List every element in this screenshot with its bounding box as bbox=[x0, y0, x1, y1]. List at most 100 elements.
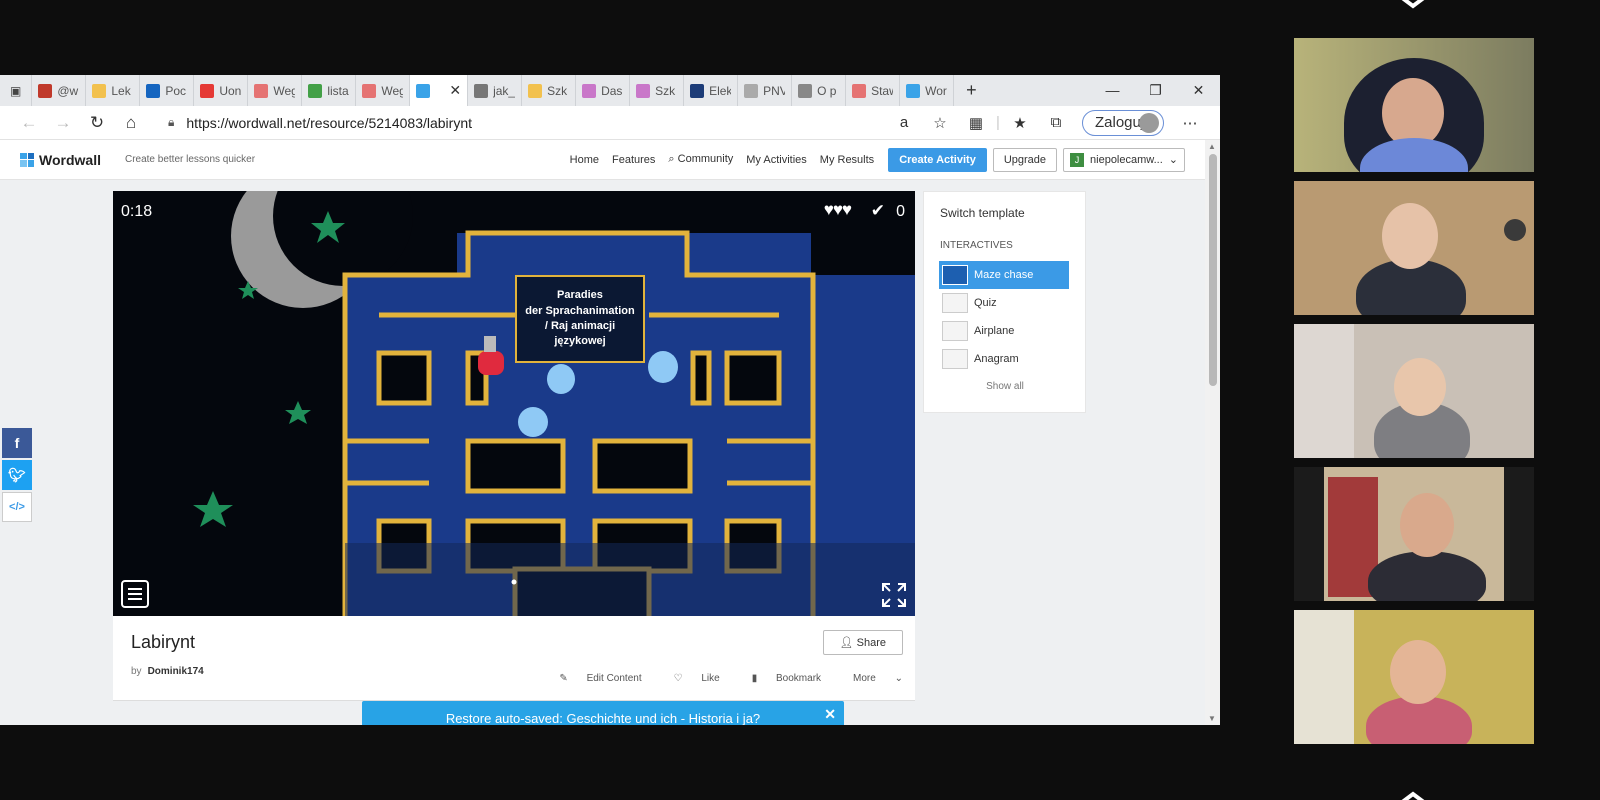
tab-label: Elek bbox=[709, 83, 732, 98]
tab-label: Das bbox=[601, 83, 623, 98]
game-menu-button[interactable] bbox=[121, 580, 149, 608]
browser-tab[interactable]: Staw bbox=[846, 75, 901, 106]
home-icon[interactable]: ⌂ bbox=[114, 113, 148, 133]
tab-favicon-icon bbox=[146, 83, 161, 98]
add-favorite-icon[interactable]: ☆ bbox=[922, 114, 958, 132]
favorites-icon[interactable]: ★ bbox=[1002, 114, 1038, 132]
tab-actions-button[interactable]: ▣ bbox=[0, 75, 33, 106]
tab-favicon-icon bbox=[798, 83, 813, 98]
tab-strip: ▣ @w Lek Poc Uon Weg lista Weg ✕ jak_ Szk Das Szk El… bbox=[0, 75, 1220, 106]
lock-icon: 🔒︎ bbox=[168, 115, 175, 129]
forward-icon[interactable]: → bbox=[46, 113, 80, 133]
new-tab-button[interactable]: + bbox=[954, 80, 989, 101]
browser-tab[interactable]: Das bbox=[576, 75, 631, 106]
tab-label: Staw bbox=[871, 83, 893, 98]
browser-tab[interactable]: jak_ bbox=[468, 75, 523, 106]
search-icon: ⌕ bbox=[668, 153, 678, 165]
wordwall-logo[interactable]: Wordwall bbox=[20, 152, 101, 168]
chevron-down-icon: ⌄ bbox=[1168, 154, 1178, 166]
restore-autosave-bar[interactable]: Restore auto-saved: Geschichte und ich -… bbox=[362, 701, 844, 725]
template-anagram[interactable]: Anagram bbox=[939, 345, 1069, 373]
question-line: językowej bbox=[554, 335, 606, 348]
video-tile-5 bbox=[1294, 610, 1534, 744]
browser-tab[interactable]: PNV bbox=[738, 75, 793, 106]
restore-window-icon[interactable]: ❐ bbox=[1134, 82, 1177, 99]
switch-template-panel: Switch template INTERACTIVES Maze chase … bbox=[923, 191, 1086, 413]
browser-tab[interactable]: Szk bbox=[522, 75, 577, 106]
tab-favicon-icon bbox=[474, 83, 489, 98]
airplane-icon bbox=[942, 321, 968, 341]
browser-tab[interactable]: Poc bbox=[140, 75, 195, 106]
nav-home[interactable]: Home bbox=[570, 154, 599, 166]
indicator-dot bbox=[511, 579, 517, 585]
more-button[interactable]: More ⌄ bbox=[837, 673, 903, 684]
minimize-icon[interactable]: — bbox=[1091, 82, 1134, 99]
tab-label: @w bbox=[57, 83, 79, 98]
bookmark-icon: ▮ bbox=[751, 673, 761, 684]
author-link[interactable]: Dominik174 bbox=[148, 666, 204, 677]
fullscreen-icon[interactable] bbox=[881, 582, 907, 608]
wordwall-header: Wordwall Create better lessons quicker H… bbox=[0, 140, 1205, 180]
wordwall-logo-icon bbox=[20, 152, 34, 167]
tab-label: Poc bbox=[165, 83, 187, 98]
nav-my-activities[interactable]: My Activities bbox=[746, 154, 807, 166]
edit-content-button[interactable]: ✎ Edit Content bbox=[543, 673, 641, 684]
tab-favicon-icon bbox=[254, 83, 269, 98]
nav-features[interactable]: Features bbox=[612, 154, 655, 166]
user-dropdown[interactable]: J niepolecamw... ⌄ bbox=[1063, 147, 1185, 172]
nav-my-results[interactable]: My Results bbox=[820, 154, 874, 166]
game-canvas[interactable]: 0:18 ♥♥♥ ✔ 0 Paradies der Sprachanimatio… bbox=[113, 191, 915, 616]
share-label: Share bbox=[856, 637, 886, 649]
browser-tab[interactable]: Szk bbox=[630, 75, 685, 106]
url-field[interactable]: 🔒︎ https://wordwall.net/resource/5214083… bbox=[158, 110, 818, 136]
browser-tab[interactable]: lista bbox=[302, 75, 357, 106]
like-button[interactable]: ♡ Like bbox=[658, 673, 720, 684]
template-maze-chase[interactable]: Maze chase bbox=[939, 261, 1069, 289]
tab-label: Szk bbox=[547, 83, 568, 98]
embed-button[interactable]: </> bbox=[2, 492, 32, 522]
twitter-share-button[interactable]: 🐦︎ bbox=[2, 460, 32, 490]
browser-tab[interactable]: ✕ bbox=[410, 75, 469, 106]
scroll-down-icon[interactable]: ▼ bbox=[1208, 714, 1216, 723]
facebook-share-button[interactable]: f bbox=[2, 428, 32, 458]
login-button[interactable]: Zaloguj bbox=[1082, 109, 1164, 136]
address-bar: ← → ↻ ⌂ 🔒︎ https://wordwall.net/resource… bbox=[0, 106, 1220, 140]
share-button[interactable]: 👤︎ Share bbox=[822, 630, 903, 655]
close-icon[interactable]: ✕ bbox=[824, 706, 836, 723]
read-aloud-icon[interactable]: a bbox=[886, 114, 922, 131]
collections-icon[interactable]: ⧉ bbox=[1038, 114, 1074, 131]
extensions-icon[interactable]: ▦ bbox=[958, 114, 994, 132]
browser-tab[interactable]: Weg bbox=[248, 75, 303, 106]
browser-tab[interactable]: O p bbox=[792, 75, 847, 106]
more-icon[interactable]: ⋯ bbox=[1172, 114, 1208, 132]
close-window-icon[interactable]: ✕ bbox=[1177, 82, 1220, 99]
browser-tab[interactable]: Weg bbox=[356, 75, 411, 106]
nav-community[interactable]: ⌕ Community bbox=[668, 153, 733, 166]
show-all-link[interactable]: Show all bbox=[940, 381, 1070, 392]
browser-tab[interactable]: Uon bbox=[194, 75, 249, 106]
heart-icon: ♡ bbox=[673, 673, 686, 684]
browser-tab[interactable]: @w bbox=[32, 75, 87, 106]
back-icon[interactable]: ← bbox=[12, 113, 46, 133]
template-quiz[interactable]: Quiz bbox=[939, 289, 1069, 317]
browser-tab[interactable]: Lek bbox=[86, 75, 141, 106]
browser-tab[interactable]: Elek bbox=[684, 75, 739, 106]
chevron-down-icon[interactable] bbox=[1393, 788, 1433, 800]
refresh-icon[interactable]: ↻ bbox=[80, 113, 114, 133]
browser-tab[interactable]: Wor bbox=[900, 75, 955, 106]
section-label: INTERACTIVES bbox=[940, 240, 1013, 251]
tab-favicon-icon bbox=[200, 83, 215, 98]
tab-favicon-icon bbox=[362, 83, 377, 98]
template-airplane[interactable]: Airplane bbox=[939, 317, 1069, 345]
bookmark-button[interactable]: ▮ Bookmark bbox=[736, 673, 821, 684]
create-activity-button[interactable]: Create Activity bbox=[888, 147, 987, 172]
chevron-up-icon[interactable] bbox=[1393, 0, 1433, 12]
tab-close-icon[interactable]: ✕ bbox=[449, 82, 461, 99]
logo-text: Wordwall bbox=[39, 151, 101, 168]
scroll-up-icon[interactable]: ▲ bbox=[1208, 142, 1216, 151]
scrollbar-thumb[interactable] bbox=[1209, 154, 1217, 386]
page-scrollbar[interactable]: ▲ ▼ bbox=[1205, 140, 1220, 725]
upgrade-button[interactable]: Upgrade bbox=[992, 147, 1058, 172]
tab-label: Weg bbox=[381, 83, 403, 98]
video-tile-3 bbox=[1294, 324, 1534, 458]
